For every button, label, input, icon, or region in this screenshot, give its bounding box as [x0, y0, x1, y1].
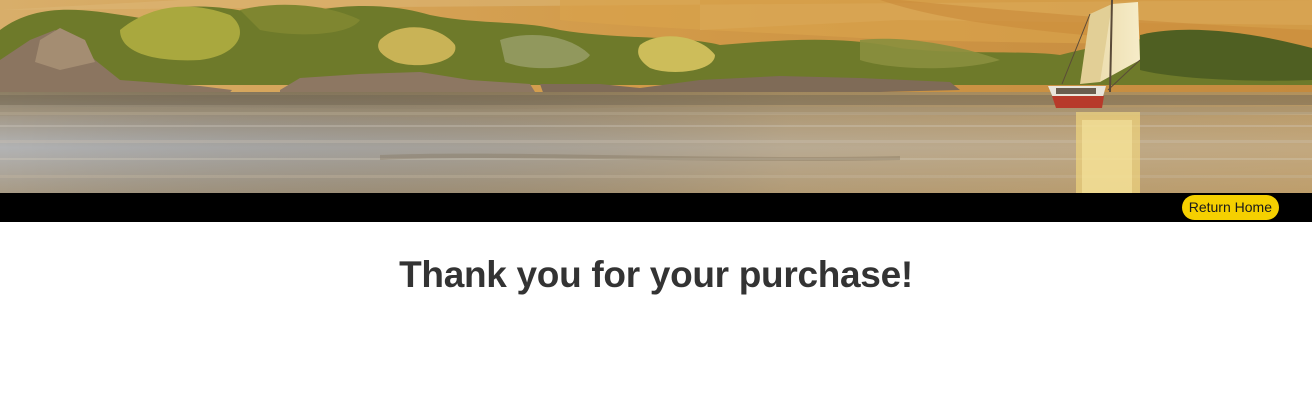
- hero-banner-image: [0, 0, 1312, 193]
- return-home-button[interactable]: Return Home: [1181, 195, 1279, 220]
- main-content: Thank you for your purchase!: [0, 222, 1312, 416]
- top-nav-bar: Return Home: [0, 193, 1312, 222]
- page-title: Thank you for your purchase!: [399, 254, 913, 295]
- page: Return Home Thank you for your purchase!: [0, 0, 1312, 416]
